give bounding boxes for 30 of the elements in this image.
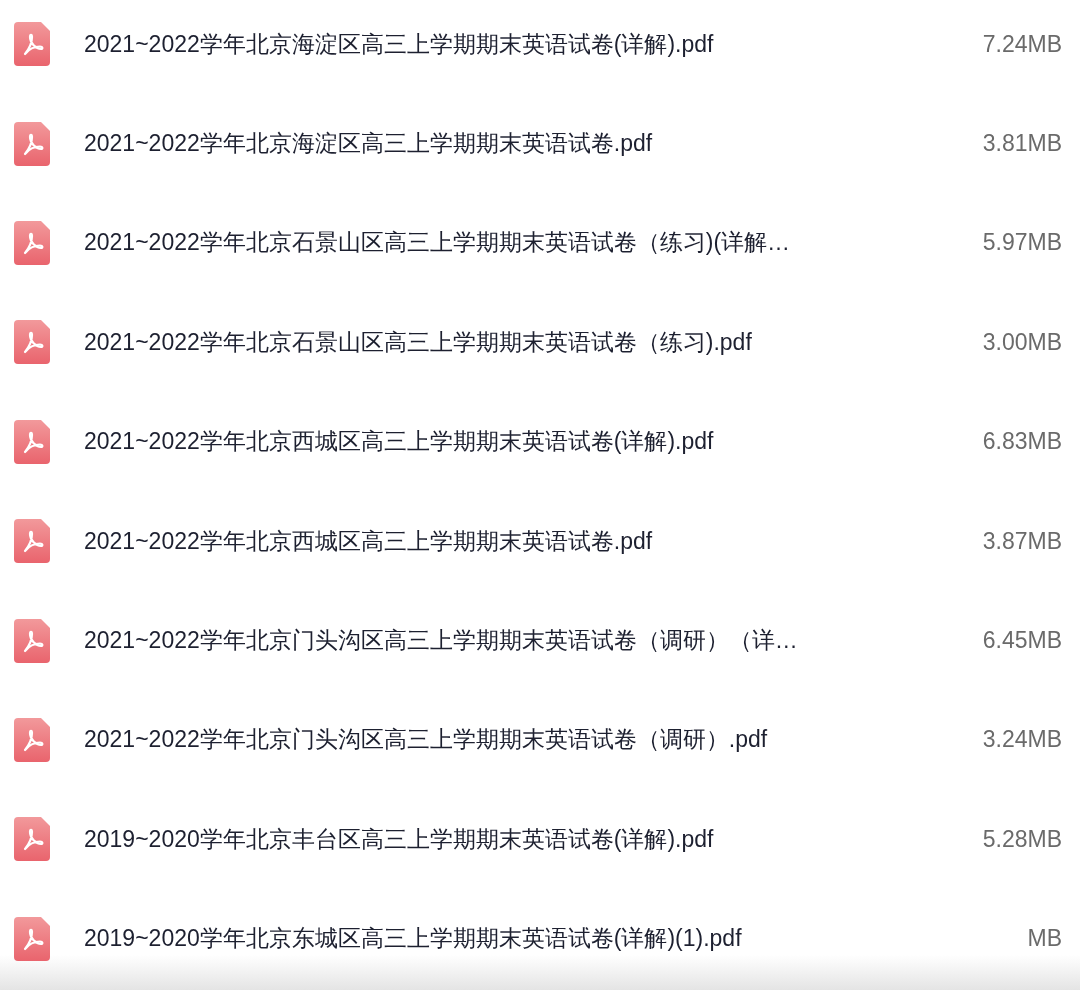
file-size: 5.28MB [982, 825, 1062, 853]
file-size: 3.00MB [982, 328, 1062, 356]
file-size: 6.45MB [982, 627, 1062, 655]
pdf-file-icon [14, 916, 50, 961]
pdf-file-icon [14, 220, 50, 265]
file-size: 3.87MB [982, 527, 1062, 555]
file-size: MB [1027, 925, 1062, 953]
file-name: 2019~2020学年北京丰台区高三上学期期末英语试卷(详解).pdf [84, 824, 714, 854]
file-name: 2019~2020学年北京东城区高三上学期期末英语试卷(详解)(1).pdf [84, 924, 742, 954]
file-size: 7.24MB [982, 30, 1062, 58]
pdf-file-icon [14, 519, 50, 564]
pdf-file-icon [14, 121, 50, 166]
file-name: 2021~2022学年北京西城区高三上学期期末英语试卷(详解).pdf [84, 427, 714, 457]
pdf-file-icon [14, 717, 50, 762]
file-size: 5.97MB [982, 229, 1062, 257]
file-name: 2021~2022学年北京门头沟区高三上学期期末英语试卷（调研）.pdf [84, 725, 768, 755]
file-name: 2021~2022学年北京海淀区高三上学期期末英语试卷.pdf [84, 129, 653, 159]
file-size: 3.81MB [982, 130, 1062, 158]
pdf-file-icon [14, 817, 50, 862]
file-name: 2021~2022学年北京石景山区高三上学期期末英语试卷（练习)(详解… [84, 228, 791, 258]
file-name: 2021~2022学年北京海淀区高三上学期期末英语试卷(详解).pdf [84, 29, 714, 59]
file-size: 6.83MB [982, 428, 1062, 456]
file-name: 2021~2022学年北京石景山区高三上学期期末英语试卷（练习).pdf [84, 327, 752, 357]
pdf-file-icon [14, 419, 50, 464]
file-name: 2021~2022学年北京门头沟区高三上学期期末英语试卷（调研）（详… [84, 626, 798, 656]
file-name: 2021~2022学年北京西城区高三上学期期末英语试卷.pdf [84, 526, 653, 556]
pdf-file-icon [14, 618, 50, 663]
pdf-file-icon [14, 320, 50, 365]
pdf-file-icon [14, 22, 50, 67]
file-size: 3.24MB [982, 726, 1062, 754]
